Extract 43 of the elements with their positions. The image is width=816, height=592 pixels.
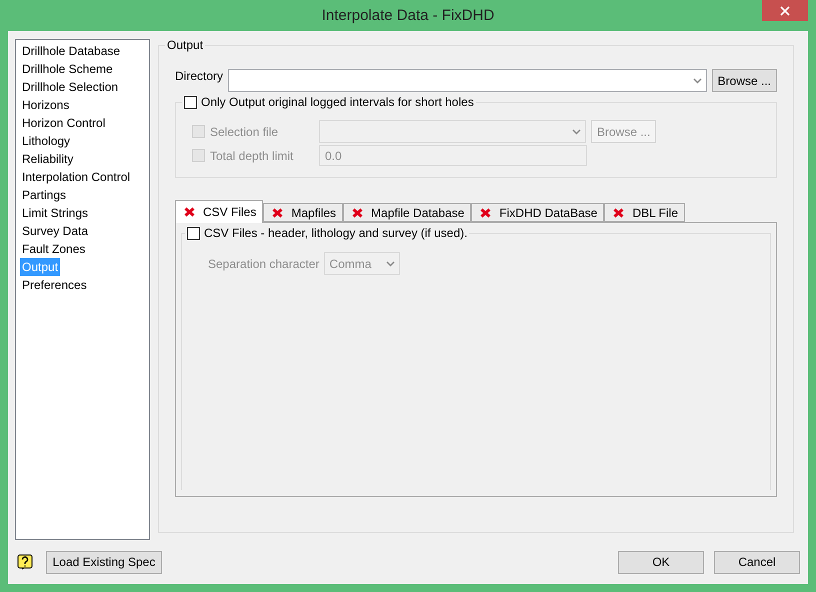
load-existing-spec-button[interactable]: Load Existing Spec: [46, 550, 162, 574]
sidebar-item[interactable]: Horizons: [20, 96, 72, 114]
tab[interactable]: FixDHD DataBase: [471, 203, 604, 222]
tab[interactable]: CSV Files: [175, 200, 264, 223]
sidebar-item[interactable]: Survey Data: [20, 222, 90, 240]
selection-file-label: Selection file: [210, 124, 280, 138]
sidebar-item[interactable]: Drillhole Scheme: [20, 60, 115, 78]
short-holes-label: Only Output original logged intervals for short holes: [201, 95, 474, 109]
sidebar-item[interactable]: Drillhole Selection: [20, 78, 120, 96]
cross-icon: [613, 208, 624, 218]
group-title: Output: [165, 38, 206, 52]
csv-files-label: CSV Files - header, lithology and survey (if used).: [204, 226, 468, 240]
total-depth-label: Total depth limit: [210, 148, 294, 162]
sidebar-item[interactable]: Lithology: [20, 132, 72, 150]
window-title: Interpolate Data - FixDHD: [322, 7, 494, 24]
cross-icon: [352, 208, 364, 218]
sidebar-item[interactable]: Fault Zones: [20, 240, 88, 258]
tab[interactable]: Mapfile Database: [343, 203, 472, 222]
tab[interactable]: Mapfiles: [263, 203, 344, 222]
directory-label: Directory: [175, 69, 224, 83]
cross-icon: [272, 208, 284, 218]
cancel-button[interactable]: Cancel: [714, 550, 800, 574]
checkbox[interactable]: [187, 226, 200, 240]
checkbox[interactable]: [184, 96, 197, 108]
close-button[interactable]: [762, 0, 808, 21]
sidebar-item[interactable]: Reliability: [20, 150, 76, 168]
chevron-down-icon: [572, 128, 581, 134]
cross-icon: [480, 208, 492, 218]
sidebar-item[interactable]: Limit Strings: [20, 204, 90, 222]
ok-button[interactable]: OK: [618, 550, 704, 574]
sidebar-item[interactable]: Partings: [20, 186, 68, 204]
sidebar-item[interactable]: Interpolation Control: [20, 168, 132, 186]
chevron-down-icon: [692, 78, 702, 84]
cross-icon: [184, 207, 195, 217]
chevron-down-icon: [386, 260, 396, 266]
tab[interactable]: DBL File: [604, 203, 686, 222]
sidebar-item[interactable]: Drillhole Database: [20, 42, 122, 60]
sidebar-item[interactable]: Preferences: [20, 276, 89, 294]
separation-label: Separation character: [208, 256, 320, 270]
close-icon: [780, 6, 790, 16]
sidebar-item[interactable]: Horizon Control: [20, 114, 108, 132]
help-icon[interactable]: [17, 554, 34, 570]
browse-button[interactable]: Browse ...: [712, 69, 777, 92]
